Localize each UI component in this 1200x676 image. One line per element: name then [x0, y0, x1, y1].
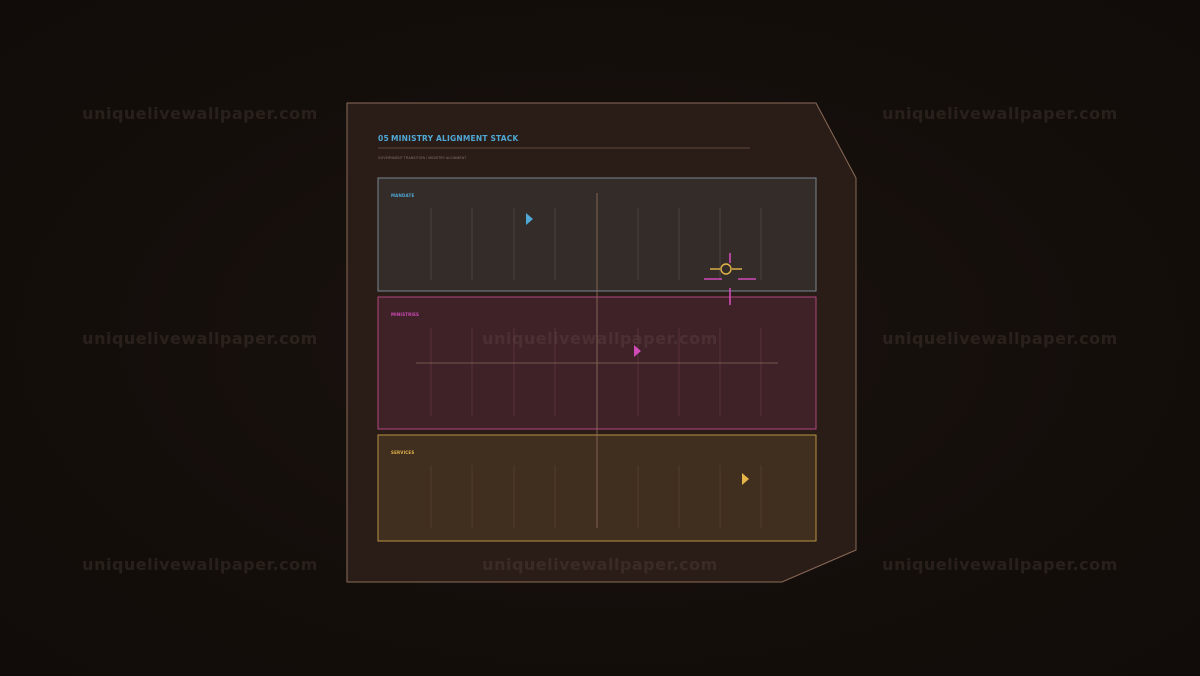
page-title: MINISTRY ALIGNMENT STACK: [391, 134, 519, 143]
page-subtitle: GOVERNMENT TRANSITION / MINISTRY ALIGNME…: [378, 156, 467, 160]
services-label: SERVICES: [391, 450, 415, 455]
section-number: 05: [378, 134, 390, 143]
ministries-label: MINISTRIES: [391, 312, 420, 317]
wallpaper-stage: uniquelivewallpaper.com uniquelivewallpa…: [0, 0, 1200, 676]
alignment-panel: [346, 102, 857, 583]
mandate-label: MANDATE: [391, 193, 415, 198]
